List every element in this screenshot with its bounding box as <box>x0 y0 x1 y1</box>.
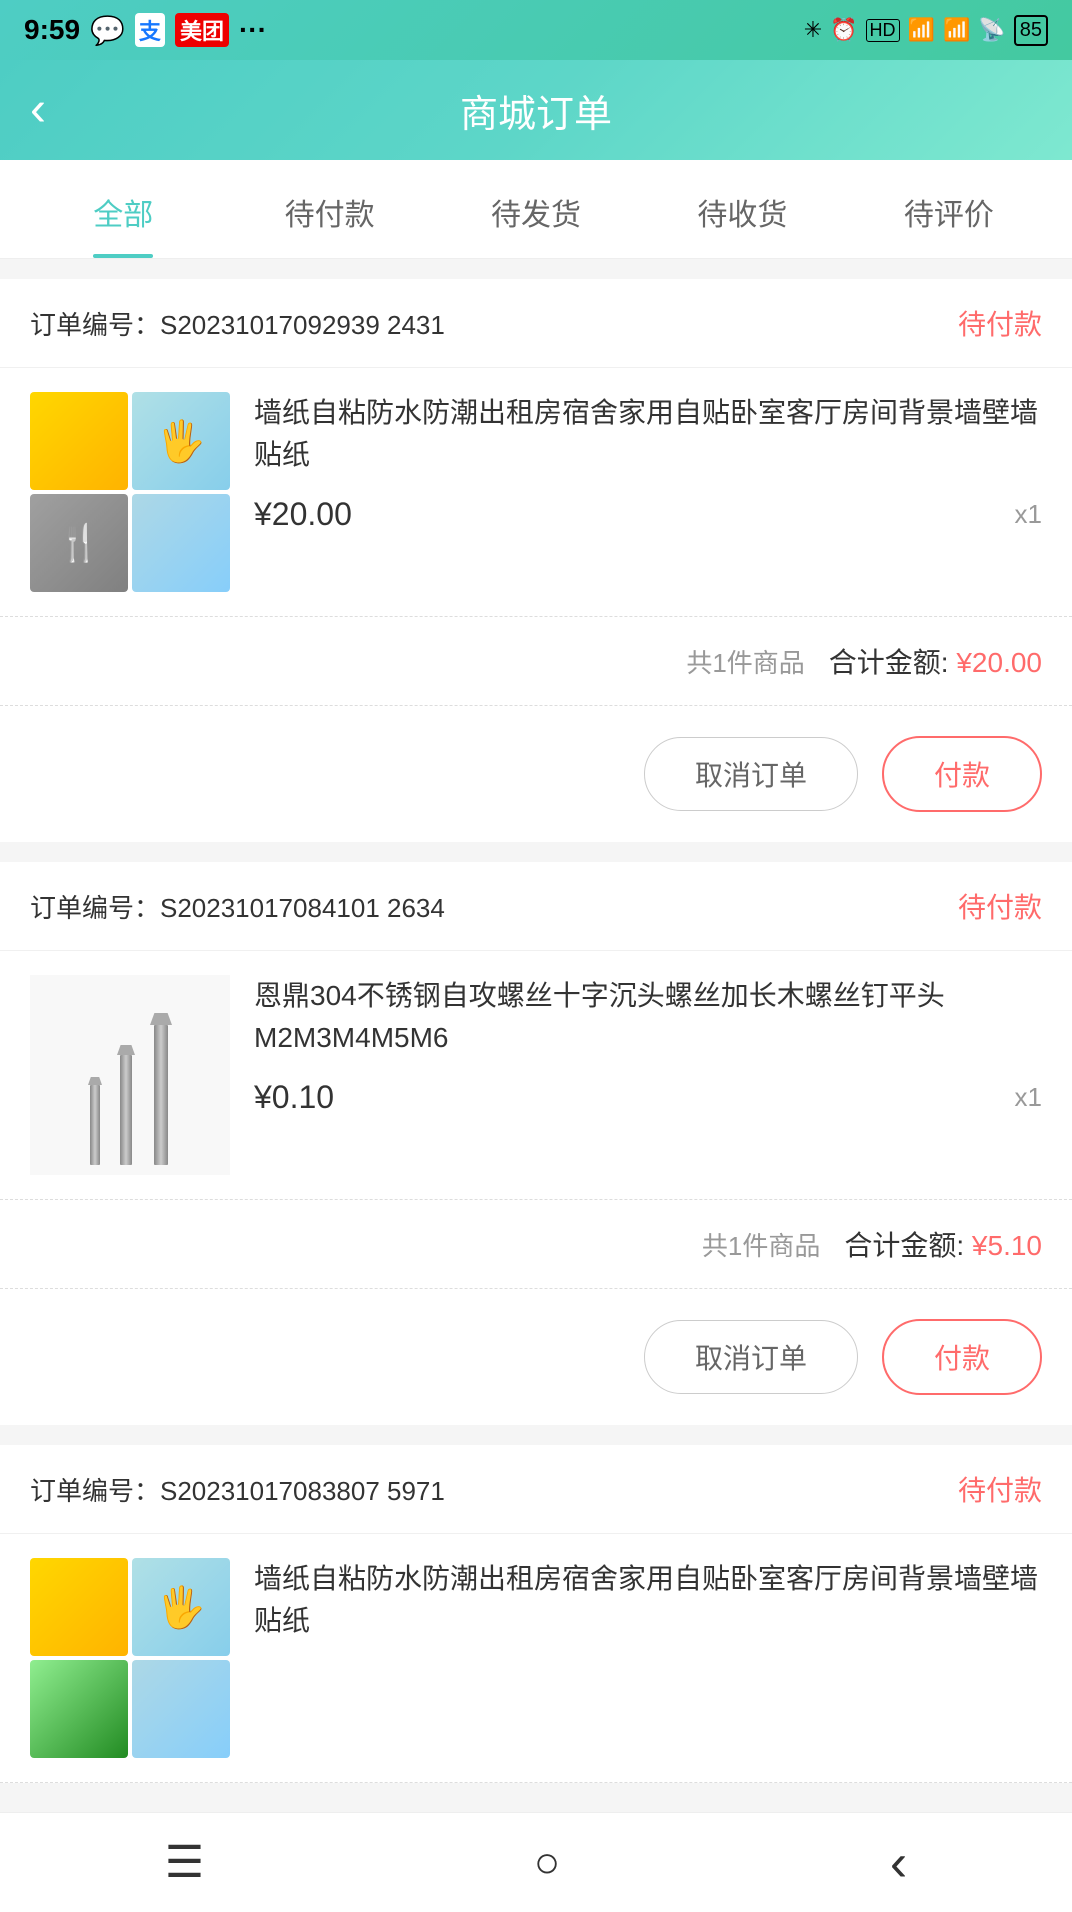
order-number-1: 订单编号：S20231017092939 2431 <box>30 305 445 342</box>
order-number-2: 订单编号：S20231017084101 2634 <box>30 888 445 925</box>
img-cell-3-2: 🖐 <box>132 1558 230 1656</box>
cancel-button-2[interactable]: 取消订单 <box>644 1320 858 1394</box>
bluetooth-icon: ✳ <box>804 17 822 43</box>
order-actions-1: 取消订单 付款 <box>0 706 1072 842</box>
signal-icon-2: 📶 <box>943 17 970 43</box>
screw-3 <box>150 1013 172 1165</box>
order-header-3: 订单编号：S20231017083807 5971 待付款 <box>0 1445 1072 1534</box>
alarm-icon: ⏰ <box>830 17 857 43</box>
img-cell-1 <box>30 392 128 490</box>
order-summary-1: 共1件商品 合计金额: ¥20.00 <box>0 617 1072 706</box>
product-row-1: 🖐 🍴 墙纸自粘防水防潮出租房宿舍家用自贴卧室客厅房间背景墙壁墙贴纸 ¥20.0… <box>0 368 1072 617</box>
order-header-2: 订单编号：S20231017084101 2634 待付款 <box>0 862 1072 951</box>
img-cell-3-4 <box>132 1660 230 1758</box>
status-right: ✳ ⏰ HD 📶 📶 📡 85 <box>804 15 1048 46</box>
tabs-bar: 全部 待付款 待发货 待收货 待评价 <box>0 160 1072 259</box>
signal-icon: 📶 <box>908 17 935 43</box>
product-image-1: 🖐 🍴 <box>30 392 230 592</box>
img-cell-4 <box>132 494 230 592</box>
product-qty-2: x1 <box>1015 1082 1042 1113</box>
more-dots: ··· <box>239 14 267 46</box>
back-button[interactable]: ‹ <box>30 86 46 134</box>
product-info-1: 墙纸自粘防水防潮出租房宿舍家用自贴卧室客厅房间背景墙壁墙贴纸 ¥20.00 x1 <box>254 392 1042 533</box>
order-card-1: 订单编号：S20231017092939 2431 待付款 🖐 🍴 墙纸自粘防水… <box>0 279 1072 842</box>
tab-pending-payment[interactable]: 待付款 <box>226 160 432 258</box>
order-card-3: 订单编号：S20231017083807 5971 待付款 🖐 墙纸自粘防水防潮… <box>0 1445 1072 1783</box>
hd-label: HD <box>866 19 900 42</box>
pay-button-1[interactable]: 付款 <box>882 736 1042 812</box>
cancel-button-1[interactable]: 取消订单 <box>644 737 858 811</box>
product-price-2: ¥0.10 <box>254 1079 334 1116</box>
product-price-row-2: ¥0.10 x1 <box>254 1079 1042 1116</box>
tab-all[interactable]: 全部 <box>20 160 226 258</box>
status-bar: 9:59 💬 支 美团 ··· ✳ ⏰ HD 📶 📶 📡 85 <box>0 0 1072 60</box>
bottom-nav: ☰ ○ ‹ <box>0 1812 1072 1912</box>
product-row-3: 🖐 墙纸自粘防水防潮出租房宿舍家用自贴卧室客厅房间背景墙壁墙贴纸 <box>0 1534 1072 1783</box>
order-actions-2: 取消订单 付款 <box>0 1289 1072 1425</box>
order-card-2: 订单编号：S20231017084101 2634 待付款 恩鼎304不锈钢自攻… <box>0 862 1072 1425</box>
order-summary-2: 共1件商品 合计金额: ¥5.10 <box>0 1200 1072 1289</box>
back-nav-icon[interactable]: ‹ <box>890 1833 907 1893</box>
product-name-3: 墙纸自粘防水防潮出租房宿舍家用自贴卧室客厅房间背景墙壁墙贴纸 <box>254 1558 1042 1642</box>
product-price-1: ¥20.00 <box>254 496 352 533</box>
summary-count-2: 共1件商品 <box>702 1226 820 1263</box>
summary-count-1: 共1件商品 <box>686 643 804 680</box>
page-title: 商城订单 <box>460 83 612 138</box>
page-header: ‹ 商城订单 <box>0 60 1072 160</box>
product-row-2: 恩鼎304不锈钢自攻螺丝十字沉头螺丝加长木螺丝钉平头M2M3M4M5M6 ¥0.… <box>0 951 1072 1200</box>
menu-icon[interactable]: ☰ <box>165 1837 204 1888</box>
img-cell-3: 🍴 <box>30 494 128 592</box>
order-status-2: 待付款 <box>958 886 1042 926</box>
wifi-icon: 📡 <box>978 17 1005 43</box>
tab-pending-review[interactable]: 待评价 <box>846 160 1052 258</box>
battery-icon: 85 <box>1014 15 1048 46</box>
product-qty-1: x1 <box>1015 499 1042 530</box>
product-image-3: 🖐 <box>30 1558 230 1758</box>
home-icon[interactable]: ○ <box>534 1838 561 1888</box>
app-icon: 美团 <box>175 13 229 47</box>
wechat-icon: 💬 <box>90 14 125 47</box>
product-price-row-1: ¥20.00 x1 <box>254 496 1042 533</box>
order-header-1: 订单编号：S20231017092939 2431 待付款 <box>0 279 1072 368</box>
time: 9:59 <box>24 14 80 46</box>
order-status-1: 待付款 <box>958 303 1042 343</box>
pay-button-2[interactable]: 付款 <box>882 1319 1042 1395</box>
summary-total-2: 合计金额: ¥5.10 <box>844 1224 1042 1264</box>
img-cell-2: 🖐 <box>132 392 230 490</box>
screw-1 <box>88 1077 102 1165</box>
product-info-3: 墙纸自粘防水防潮出租房宿舍家用自贴卧室客厅房间背景墙壁墙贴纸 <box>254 1558 1042 1662</box>
screw-2 <box>117 1045 135 1165</box>
img-cell-3-3 <box>30 1660 128 1758</box>
tab-pending-receive[interactable]: 待收货 <box>639 160 845 258</box>
product-image-2 <box>30 975 230 1175</box>
product-name-2: 恩鼎304不锈钢自攻螺丝十字沉头螺丝加长木螺丝钉平头M2M3M4M5M6 <box>254 975 1042 1059</box>
summary-total-1: 合计金额: ¥20.00 <box>829 641 1042 681</box>
tab-pending-ship[interactable]: 待发货 <box>433 160 639 258</box>
order-status-3: 待付款 <box>958 1469 1042 1509</box>
img-cell-3-1 <box>30 1558 128 1656</box>
status-left: 9:59 💬 支 美团 ··· <box>24 13 267 47</box>
product-info-2: 恩鼎304不锈钢自攻螺丝十字沉头螺丝加长木螺丝钉平头M2M3M4M5M6 ¥0.… <box>254 975 1042 1116</box>
product-name-1: 墙纸自粘防水防潮出租房宿舍家用自贴卧室客厅房间背景墙壁墙贴纸 <box>254 392 1042 476</box>
order-number-3: 订单编号：S20231017083807 5971 <box>30 1471 445 1508</box>
alipay-icon: 支 <box>135 13 165 47</box>
